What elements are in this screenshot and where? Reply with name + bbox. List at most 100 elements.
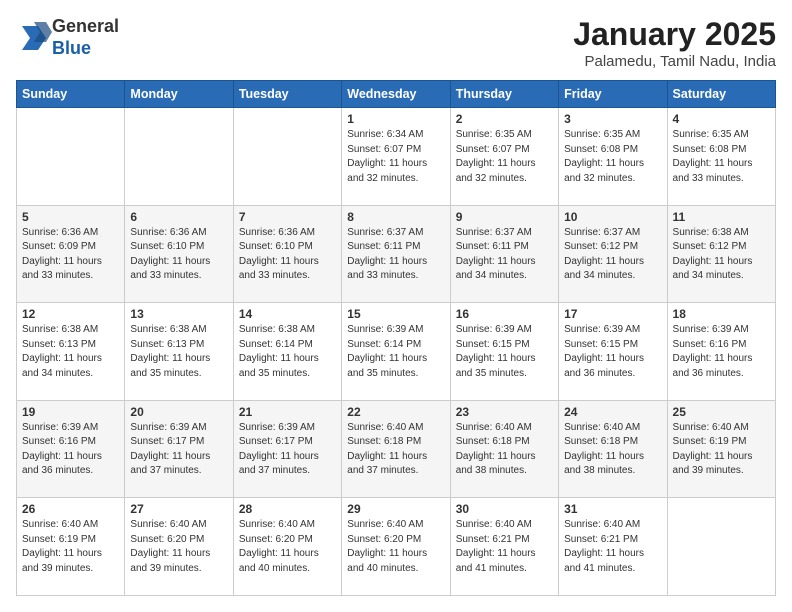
day-content: Sunrise: 6:39 AM Sunset: 6:14 PM Dayligh…	[347, 323, 444, 381]
day-number: 26	[22, 502, 119, 516]
day-content: Sunrise: 6:38 AM Sunset: 6:14 PM Dayligh…	[239, 323, 336, 381]
day-content: Sunrise: 6:40 AM Sunset: 6:21 PM Dayligh…	[564, 518, 661, 576]
day-header-thursday: Thursday	[450, 81, 558, 108]
calendar-cell: 17Sunrise: 6:39 AM Sunset: 6:15 PM Dayli…	[559, 303, 667, 401]
day-number: 8	[347, 210, 444, 224]
day-number: 3	[564, 112, 661, 126]
day-content: Sunrise: 6:35 AM Sunset: 6:08 PM Dayligh…	[673, 128, 770, 186]
day-number: 4	[673, 112, 770, 126]
day-content: Sunrise: 6:40 AM Sunset: 6:18 PM Dayligh…	[456, 421, 553, 479]
calendar-cell: 2 Sunrise: 6:35 AM Sunset: 6:07 PM Daylig…	[450, 108, 558, 206]
day-content: Sunrise: 6:37 AM Sunset: 6:11 PM Dayligh…	[347, 226, 444, 284]
day-number: 30	[456, 502, 553, 516]
day-number: 9	[456, 210, 553, 224]
day-number: 24	[564, 405, 661, 419]
calendar-cell: 1Sunrise: 6:34 AM Sunset: 6:07 PM Daylig…	[342, 108, 450, 206]
day-number: 14	[239, 307, 336, 321]
week-row-2: 12 Sunrise: 6:38 AM Sunset: 6:13 PM Dayli…	[17, 303, 776, 401]
day-header-sunday: Sunday	[17, 81, 125, 108]
calendar-cell: 14 Sunrise: 6:38 AM Sunset: 6:14 PM Dayli…	[233, 303, 341, 401]
header: General Blue January 2025 Palamedu, Tami…	[16, 16, 776, 70]
day-content: Sunrise: 6:39 AM Sunset: 6:15 PM Dayligh…	[456, 323, 553, 381]
week-row-4: 26 Sunrise: 6:40 AM Sunset: 6:19 PM Dayli…	[17, 498, 776, 596]
day-content: Sunrise: 6:40 AM Sunset: 6:20 PM Dayligh…	[130, 518, 227, 576]
day-content: Sunrise: 6:40 AM Sunset: 6:19 PM Dayligh…	[22, 518, 119, 576]
day-number: 31	[564, 502, 661, 516]
logo: General Blue	[16, 16, 119, 59]
day-header-tuesday: Tuesday	[233, 81, 341, 108]
calendar: SundayMondayTuesdayWednesdayThursdayFrid…	[16, 80, 776, 596]
day-content: Sunrise: 6:40 AM Sunset: 6:18 PM Dayligh…	[347, 421, 444, 479]
calendar-cell: 30Sunrise: 6:40 AM Sunset: 6:21 PM Dayli…	[450, 498, 558, 596]
day-content: Sunrise: 6:40 AM Sunset: 6:18 PM Dayligh…	[564, 421, 661, 479]
logo-text: General Blue	[52, 16, 119, 59]
calendar-cell: 20Sunrise: 6:39 AM Sunset: 6:17 PM Dayli…	[125, 400, 233, 498]
day-content: Sunrise: 6:37 AM Sunset: 6:11 PM Dayligh…	[456, 226, 553, 284]
day-number: 18	[673, 307, 770, 321]
day-number: 2	[456, 112, 553, 126]
calendar-cell: 26 Sunrise: 6:40 AM Sunset: 6:19 PM Dayli…	[17, 498, 125, 596]
day-number: 21	[239, 405, 336, 419]
calendar-cell: 8 Sunrise: 6:37 AM Sunset: 6:11 PM Daylig…	[342, 205, 450, 303]
day-number: 5	[22, 210, 119, 224]
day-header-row: SundayMondayTuesdayWednesdayThursdayFrid…	[17, 81, 776, 108]
day-header-wednesday: Wednesday	[342, 81, 450, 108]
day-number: 25	[673, 405, 770, 419]
logo-blue: Blue	[52, 38, 119, 60]
day-content: Sunrise: 6:36 AM Sunset: 6:10 PM Dayligh…	[130, 226, 227, 284]
logo-general: General	[52, 16, 119, 38]
week-row-0: 1Sunrise: 6:34 AM Sunset: 6:07 PM Daylig…	[17, 108, 776, 206]
day-number: 11	[673, 210, 770, 224]
calendar-cell: 29Sunrise: 6:40 AM Sunset: 6:20 PM Dayli…	[342, 498, 450, 596]
calendar-cell: 9 Sunrise: 6:37 AM Sunset: 6:11 PM Daylig…	[450, 205, 558, 303]
day-content: Sunrise: 6:35 AM Sunset: 6:07 PM Dayligh…	[456, 128, 553, 186]
day-content: Sunrise: 6:38 AM Sunset: 6:13 PM Dayligh…	[22, 323, 119, 381]
month-title: January 2025	[573, 16, 776, 53]
day-number: 28	[239, 502, 336, 516]
calendar-cell: 25 Sunrise: 6:40 AM Sunset: 6:19 PM Dayli…	[667, 400, 775, 498]
location: Palamedu, Tamil Nadu, India	[573, 53, 776, 70]
day-content: Sunrise: 6:38 AM Sunset: 6:13 PM Dayligh…	[130, 323, 227, 381]
calendar-cell	[667, 498, 775, 596]
day-number: 27	[130, 502, 227, 516]
calendar-cell: 3Sunrise: 6:35 AM Sunset: 6:08 PM Daylig…	[559, 108, 667, 206]
day-content: Sunrise: 6:39 AM Sunset: 6:16 PM Dayligh…	[22, 421, 119, 479]
calendar-cell: 6 Sunrise: 6:36 AM Sunset: 6:10 PM Daylig…	[125, 205, 233, 303]
page: General Blue January 2025 Palamedu, Tami…	[0, 0, 792, 612]
calendar-cell: 11 Sunrise: 6:38 AM Sunset: 6:12 PM Dayli…	[667, 205, 775, 303]
calendar-cell: 16 Sunrise: 6:39 AM Sunset: 6:15 PM Dayli…	[450, 303, 558, 401]
week-row-1: 5 Sunrise: 6:36 AM Sunset: 6:09 PM Daylig…	[17, 205, 776, 303]
day-content: Sunrise: 6:39 AM Sunset: 6:17 PM Dayligh…	[239, 421, 336, 479]
calendar-cell: 22 Sunrise: 6:40 AM Sunset: 6:18 PM Dayli…	[342, 400, 450, 498]
day-number: 13	[130, 307, 227, 321]
day-content: Sunrise: 6:39 AM Sunset: 6:15 PM Dayligh…	[564, 323, 661, 381]
day-content: Sunrise: 6:39 AM Sunset: 6:16 PM Dayligh…	[673, 323, 770, 381]
day-header-saturday: Saturday	[667, 81, 775, 108]
calendar-cell	[233, 108, 341, 206]
calendar-cell: 27 Sunrise: 6:40 AM Sunset: 6:20 PM Dayli…	[125, 498, 233, 596]
day-content: Sunrise: 6:40 AM Sunset: 6:20 PM Dayligh…	[347, 518, 444, 576]
day-content: Sunrise: 6:36 AM Sunset: 6:10 PM Dayligh…	[239, 226, 336, 284]
day-content: Sunrise: 6:40 AM Sunset: 6:19 PM Dayligh…	[673, 421, 770, 479]
day-header-monday: Monday	[125, 81, 233, 108]
calendar-cell: 13 Sunrise: 6:38 AM Sunset: 6:13 PM Dayli…	[125, 303, 233, 401]
day-number: 19	[22, 405, 119, 419]
day-number: 22	[347, 405, 444, 419]
calendar-cell: 5 Sunrise: 6:36 AM Sunset: 6:09 PM Daylig…	[17, 205, 125, 303]
calendar-cell: 10Sunrise: 6:37 AM Sunset: 6:12 PM Dayli…	[559, 205, 667, 303]
calendar-cell: 15Sunrise: 6:39 AM Sunset: 6:14 PM Dayli…	[342, 303, 450, 401]
calendar-cell: 28Sunrise: 6:40 AM Sunset: 6:20 PM Dayli…	[233, 498, 341, 596]
day-header-friday: Friday	[559, 81, 667, 108]
day-content: Sunrise: 6:36 AM Sunset: 6:09 PM Dayligh…	[22, 226, 119, 284]
calendar-cell: 18 Sunrise: 6:39 AM Sunset: 6:16 PM Dayli…	[667, 303, 775, 401]
day-number: 12	[22, 307, 119, 321]
day-number: 6	[130, 210, 227, 224]
calendar-cell: 24 Sunrise: 6:40 AM Sunset: 6:18 PM Dayli…	[559, 400, 667, 498]
calendar-cell: 21 Sunrise: 6:39 AM Sunset: 6:17 PM Dayli…	[233, 400, 341, 498]
week-row-3: 19 Sunrise: 6:39 AM Sunset: 6:16 PM Dayli…	[17, 400, 776, 498]
day-content: Sunrise: 6:38 AM Sunset: 6:12 PM Dayligh…	[673, 226, 770, 284]
calendar-cell	[17, 108, 125, 206]
day-content: Sunrise: 6:37 AM Sunset: 6:12 PM Dayligh…	[564, 226, 661, 284]
day-number: 7	[239, 210, 336, 224]
day-number: 16	[456, 307, 553, 321]
